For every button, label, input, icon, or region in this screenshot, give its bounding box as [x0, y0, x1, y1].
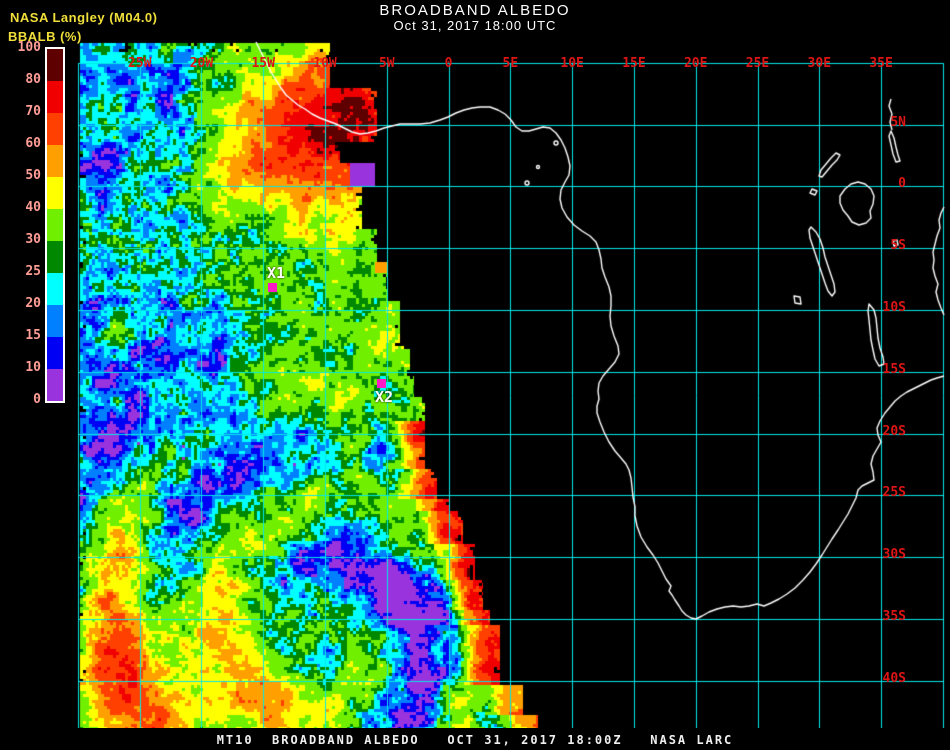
lat-label-5N: 5N — [890, 114, 906, 130]
lat-label-25S: 25S — [882, 485, 906, 501]
colorbar-tick-20: 20 — [25, 296, 41, 311]
albedo-map-canvas — [0, 0, 950, 750]
lat-label-40S: 40S — [882, 670, 906, 686]
lat-label-20S: 20S — [882, 423, 906, 439]
lat-label-30S: 30S — [882, 547, 906, 563]
lon-label-5E: 5E — [502, 56, 519, 71]
colorbar-tick-70: 70 — [25, 104, 41, 119]
colorbar-tick-40: 40 — [25, 200, 41, 215]
colorbar-tick-10: 10 — [25, 360, 41, 375]
lon-label-0: 0 — [444, 56, 453, 71]
colorbar-segment-2 — [47, 113, 63, 145]
colorbar-segment-9 — [47, 337, 63, 369]
lon-label-25E: 25E — [745, 56, 770, 71]
colorbar-tick-30: 30 — [25, 232, 41, 247]
colorbar-tick-15: 15 — [25, 328, 41, 343]
footer-text: MT10 BROADBAND ALBEDO OCT 31, 2017 18:00… — [216, 733, 734, 747]
colorbar-segment-6 — [47, 241, 63, 273]
colorbar-segment-1 — [47, 81, 63, 113]
lon-label-5W: 5W — [378, 56, 395, 71]
lat-label-10S: 10S — [882, 299, 906, 315]
lon-label-15W: 15W — [251, 56, 275, 71]
marker-square-X2 — [377, 379, 386, 388]
lon-label-25W: 25W — [127, 56, 152, 71]
colorbar-segment-4 — [47, 177, 63, 209]
colorbar-tick-100: 100 — [17, 40, 41, 55]
lon-label-20E: 20E — [683, 56, 708, 71]
marker-label-X1: X1 — [266, 264, 286, 282]
colorbar-tick-80: 80 — [25, 72, 41, 87]
colorbar-segment-8 — [47, 305, 63, 337]
lat-label-35S: 35S — [882, 608, 906, 624]
colorbar-segment-3 — [47, 145, 63, 177]
lon-label-10E: 10E — [560, 56, 584, 71]
marker-label-X2: X2 — [374, 388, 394, 406]
colorbar — [45, 47, 65, 403]
colorbar-tick-50: 50 — [25, 168, 41, 183]
lat-label-0: 0 — [898, 176, 906, 192]
lon-label-20W: 20W — [189, 56, 214, 71]
colorbar-tick-0: 0 — [33, 392, 41, 407]
lon-label-30E: 30E — [807, 56, 832, 71]
lat-label-5S: 5S — [890, 238, 906, 254]
albedo-plot: NASA Langley (M04.0) BBALB (%) BROADBAND… — [0, 0, 950, 750]
colorbar-tick-25: 25 — [25, 264, 41, 279]
lon-label-35E: 35E — [869, 56, 893, 71]
page-subtitle: Oct 31, 2017 18:00 UTC — [393, 18, 557, 33]
lat-label-15S: 15S — [882, 361, 906, 377]
colorbar-segment-5 — [47, 209, 63, 241]
colorbar-tick-60: 60 — [25, 136, 41, 151]
lon-label-15E: 15E — [622, 56, 646, 71]
colorbar-segment-0 — [47, 49, 63, 81]
lon-label-10W: 10W — [313, 56, 337, 71]
marker-square-X1 — [268, 283, 277, 292]
colorbar-segment-10 — [47, 369, 63, 401]
page-title: BROADBAND ALBEDO — [379, 2, 571, 19]
colorbar-segment-7 — [47, 273, 63, 305]
